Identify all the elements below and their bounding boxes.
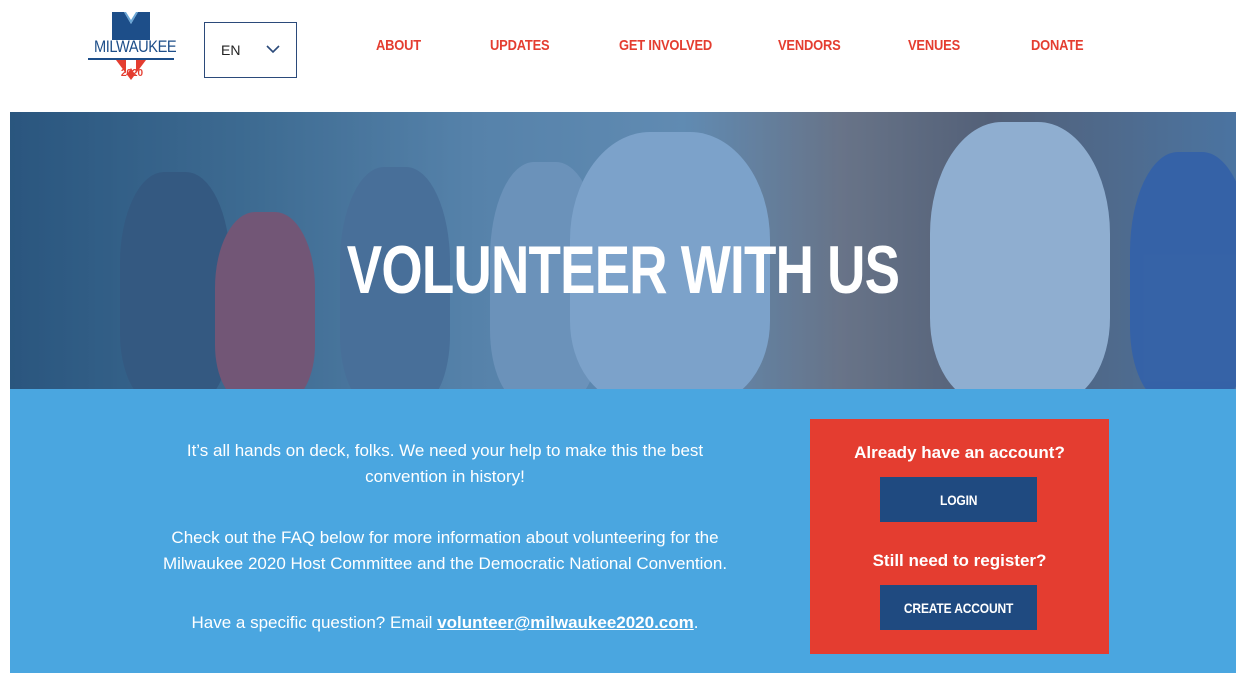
logo-wordmark: MILWAUKEE — [94, 37, 177, 56]
intro-paragraph-1: It’s all hands on deck, folks. We need y… — [110, 438, 780, 490]
login-heading: Already have an account? — [854, 443, 1065, 462]
login-button-label: LOGIN — [939, 491, 978, 508]
nav-get-involved[interactable]: GET INVOLVED — [619, 37, 712, 57]
hero-banner: VOLUNTEER WITH US — [10, 112, 1236, 389]
intro-paragraph-3: Have a specific question? Email voluntee… — [110, 610, 780, 636]
intro-line: convention in history! — [365, 467, 525, 486]
create-account-button-label: CREATE ACCOUNT — [903, 599, 1014, 616]
question-suffix: . — [693, 613, 699, 632]
logo-year: 2020 — [120, 68, 144, 79]
nav-venues[interactable]: VENUES — [908, 37, 960, 57]
register-heading: Still need to register? — [872, 551, 1047, 570]
intro-line: Check out the FAQ below for more informa… — [171, 528, 719, 547]
milwaukee-2020-logo[interactable]: MILWAUKEE 2020 — [86, 10, 177, 82]
language-selected: EN — [221, 42, 241, 58]
nav-updates[interactable]: UPDATES — [490, 37, 550, 57]
intro-line: Milwaukee 2020 Host Committee and the De… — [162, 554, 728, 573]
intro-paragraph-2: Check out the FAQ below for more informa… — [105, 525, 785, 577]
language-selector[interactable]: EN — [204, 22, 297, 78]
chevron-down-icon — [266, 45, 280, 54]
nav-about[interactable]: ABOUT — [376, 37, 421, 57]
account-panel: Already have an account? LOGIN Still nee… — [810, 419, 1109, 654]
hero-title: VOLUNTEER WITH US — [346, 232, 900, 308]
intro-line: It’s all hands on deck, folks. We need y… — [186, 441, 704, 460]
nav-vendors[interactable]: VENDORS — [778, 37, 841, 57]
create-account-button[interactable]: CREATE ACCOUNT — [880, 585, 1037, 630]
nav-donate[interactable]: DONATE — [1031, 37, 1084, 57]
site-header: MILWAUKEE 2020 EN ABOUT UPDATES GET INVO… — [0, 0, 1236, 112]
volunteer-email-link[interactable]: volunteer@milwaukee2020.com — [437, 613, 694, 632]
question-text: Have a specific question? Email — [191, 613, 438, 632]
login-button[interactable]: LOGIN — [880, 477, 1037, 522]
